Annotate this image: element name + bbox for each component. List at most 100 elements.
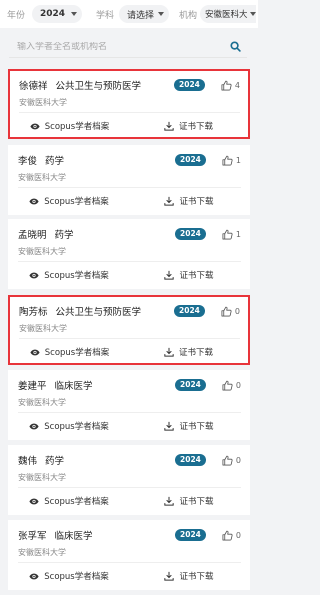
scholar-discipline: 临床医学 <box>54 531 93 542</box>
scholar-discipline: 药学 <box>45 156 65 167</box>
scholar-institution: 安徽医科大学 <box>18 398 66 407</box>
like-button[interactable]: 0 <box>221 306 240 317</box>
download-icon <box>164 347 174 357</box>
scholar-institution: 安徽医科大学 <box>18 173 66 182</box>
subject-select[interactable]: 请选择 <box>119 5 169 23</box>
like-button[interactable]: 0 <box>222 455 241 466</box>
download-icon <box>164 121 174 131</box>
eye-icon <box>29 573 39 579</box>
scholar-institution: 安徽医科大学 <box>18 548 66 557</box>
thumbs-up-icon <box>221 80 232 90</box>
certificate-download-label: 证书下载 <box>178 348 213 358</box>
search-icon[interactable] <box>230 37 241 56</box>
scopus-profile-label: Scopus学者档案 <box>44 122 110 132</box>
thumbs-up-icon <box>222 380 233 390</box>
like-button[interactable]: 1 <box>222 229 241 240</box>
certificate-download-button[interactable]: 证书下载 <box>129 269 249 281</box>
like-count: 0 <box>235 380 241 390</box>
certificate-download-label: 证书下载 <box>179 271 214 281</box>
scopus-profile-label: Scopus学者档案 <box>44 348 110 358</box>
scholar-discipline: 药学 <box>54 230 74 241</box>
scopus-profile-button[interactable]: Scopus学者档案 <box>10 120 129 132</box>
scholar-name: 徐德祥 <box>19 81 48 92</box>
certificate-download-button[interactable]: 证书下载 <box>129 495 249 507</box>
year-badge: 2024 <box>175 454 206 466</box>
scopus-profile-button[interactable]: Scopus学者档案 <box>9 195 129 207</box>
scholar-institution: 安徽医科大学 <box>19 324 67 333</box>
year-badge: 2024 <box>175 379 206 391</box>
org-select[interactable]: 安徽医科大 <box>200 5 256 23</box>
scholar-card: 徐德祥 公共卫生与预防医学 2024 4 安徽医科大学 Scopus学者档案 证… <box>8 69 250 139</box>
year-filter-label: 年份 <box>7 10 26 21</box>
certificate-download-button[interactable]: 证书下载 <box>129 195 249 207</box>
subject-filter-label: 学科 <box>96 10 115 21</box>
scholar-institution: 安徽医科大学 <box>18 247 66 256</box>
thumbs-up-icon <box>222 155 233 165</box>
year-badge: 2024 <box>175 154 206 166</box>
scholar-card: 张孚军 临床医学 2024 0 安徽医科大学 Scopus学者档案 证书下载 <box>8 520 250 590</box>
scopus-profile-label: Scopus学者档案 <box>44 271 109 281</box>
scholar-name: 魏伟 <box>18 456 38 467</box>
scholar-card: 陶芳标 公共卫生与预防医学 2024 0 安徽医科大学 Scopus学者档案 证… <box>8 295 250 365</box>
certificate-download-label: 证书下载 <box>179 422 214 432</box>
scholar-name: 陶芳标 <box>19 307 48 318</box>
org-filter-label: 机构 <box>179 10 198 21</box>
like-button[interactable]: 1 <box>222 155 241 166</box>
scholar-discipline: 公共卫生与预防医学 <box>55 81 142 92</box>
download-icon <box>164 421 175 431</box>
chevron-down-icon <box>71 12 77 16</box>
org-select-value: 安徽医科大 <box>205 10 248 20</box>
scopus-profile-button[interactable]: Scopus学者档案 <box>9 269 129 281</box>
scopus-profile-button[interactable]: Scopus学者档案 <box>9 570 129 582</box>
year-badge: 2024 <box>174 305 205 317</box>
scholar-institution: 安徽医科大学 <box>18 473 66 482</box>
like-button[interactable]: 0 <box>222 530 241 541</box>
eye-icon <box>29 272 39 278</box>
scopus-profile-button[interactable]: Scopus学者档案 <box>9 495 129 507</box>
scopus-profile-label: Scopus学者档案 <box>44 197 109 207</box>
year-badge: 2024 <box>175 228 206 240</box>
download-icon <box>164 496 175 506</box>
like-button[interactable]: 4 <box>221 80 240 91</box>
download-icon <box>164 196 175 206</box>
certificate-download-label: 证书下载 <box>179 197 214 207</box>
like-count: 1 <box>235 155 241 165</box>
thumbs-up-icon <box>222 229 233 239</box>
thumbs-up-icon <box>222 530 233 540</box>
thumbs-up-icon <box>221 306 232 316</box>
eye-icon <box>30 349 40 355</box>
certificate-download-label: 证书下载 <box>179 572 214 582</box>
scopus-profile-button[interactable]: Scopus学者档案 <box>10 346 129 358</box>
eye-icon <box>29 423 39 429</box>
eye-icon <box>30 123 40 129</box>
download-icon <box>164 270 175 280</box>
like-count: 0 <box>234 306 240 316</box>
search-input[interactable] <box>17 41 207 52</box>
filter-bar: 年份 2024 学科 请选择 机构 安徽医科大 <box>0 0 258 28</box>
scholar-name: 张孚军 <box>18 531 47 542</box>
scholar-institution: 安徽医科大学 <box>19 98 67 107</box>
eye-icon <box>29 498 39 504</box>
scholar-name: 孟晓明 <box>18 230 47 241</box>
scholar-discipline: 药学 <box>45 456 65 467</box>
certificate-download-label: 证书下载 <box>178 122 213 132</box>
certificate-download-button[interactable]: 证书下载 <box>129 570 249 582</box>
scholar-discipline: 公共卫生与预防医学 <box>55 307 142 318</box>
like-count: 0 <box>235 455 241 465</box>
scholar-name: 姜建平 <box>18 381 47 392</box>
scholar-discipline: 临床医学 <box>54 381 93 392</box>
scopus-profile-button[interactable]: Scopus学者档案 <box>9 420 129 432</box>
download-icon <box>164 571 175 581</box>
certificate-download-label: 证书下载 <box>179 497 214 507</box>
like-button[interactable]: 0 <box>222 380 241 391</box>
like-count: 1 <box>235 229 241 239</box>
scholar-card: 孟晓明 药学 2024 1 安徽医科大学 Scopus学者档案 证书下载 <box>8 219 250 289</box>
certificate-download-button[interactable]: 证书下载 <box>129 120 248 132</box>
year-badge: 2024 <box>175 529 206 541</box>
scopus-profile-label: Scopus学者档案 <box>44 497 109 507</box>
chevron-down-icon <box>249 12 256 16</box>
chevron-down-icon <box>158 12 165 16</box>
year-select[interactable]: 2024 <box>32 5 82 23</box>
certificate-download-button[interactable]: 证书下载 <box>129 346 248 358</box>
certificate-download-button[interactable]: 证书下载 <box>129 420 249 432</box>
